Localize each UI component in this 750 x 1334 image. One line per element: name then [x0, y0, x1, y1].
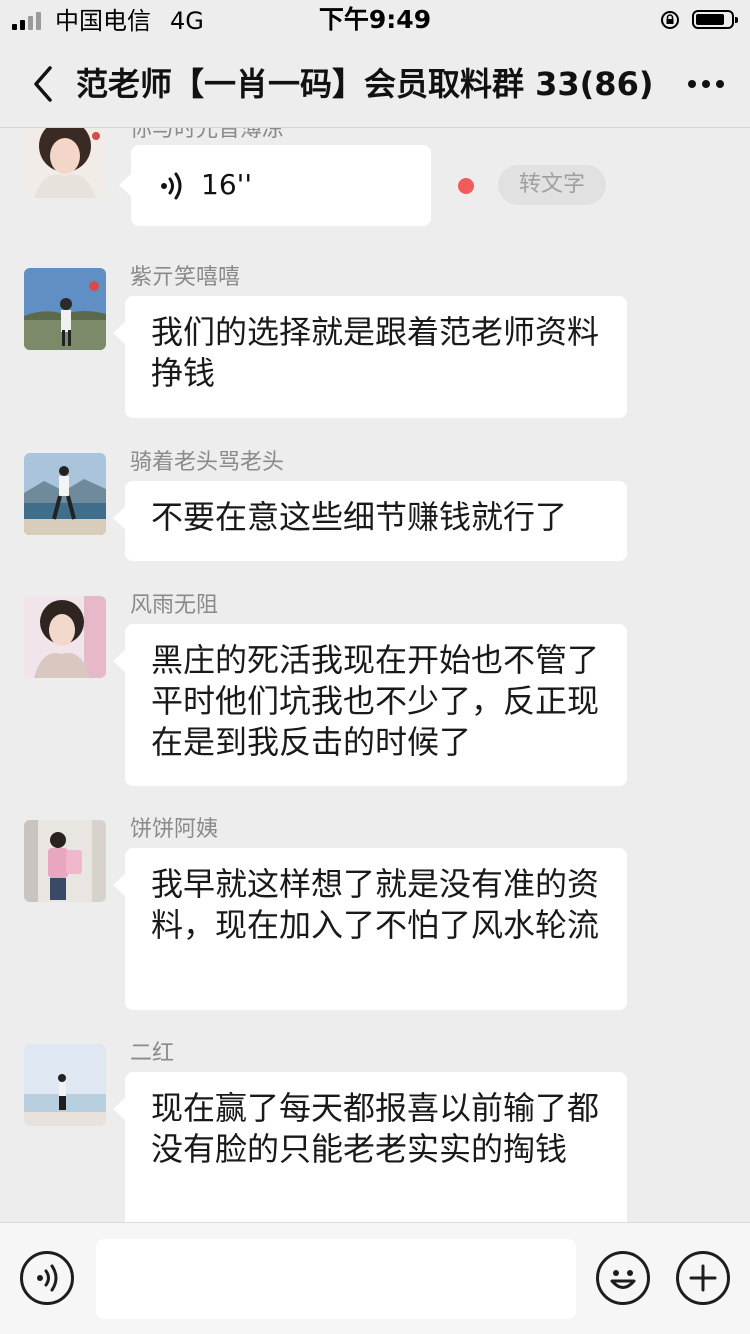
sender-name: 骑着老头骂老头 [130, 450, 285, 475]
status-time: 下午9:49 [318, 5, 432, 34]
sender-name: 紫亓笑嘻嘻 [130, 265, 241, 290]
plus-icon[interactable] [676, 1251, 730, 1305]
message-item: 饼饼阿姨 我早就这样想了就是没有准的资料，现在加入了不怕了风水轮流 [0, 817, 750, 1020]
battery-icon [692, 10, 738, 29]
chevron-left-icon[interactable] [28, 62, 60, 106]
message-bubble[interactable]: 我们的选择就是跟着范老师资料挣钱 [113, 296, 627, 418]
sender-name: 二红 [130, 1041, 175, 1066]
message-item: 二红 现在赢了每天都报喜以前输了都没有脸的只能老老实实的掏钱 [0, 1041, 750, 1222]
avatar[interactable] [24, 128, 106, 198]
avatar[interactable] [24, 820, 106, 902]
sender-name: 你与时光皆薄凉 [130, 128, 285, 142]
message-bubble[interactable]: 我早就这样想了就是没有准的资料，现在加入了不怕了风水轮流 [113, 848, 627, 1010]
unread-dot [458, 178, 474, 194]
convert-to-text-button[interactable]: 转文字 [498, 165, 606, 205]
chat-title: 范老师【一肖一码】会员取料群 33(86) [76, 65, 654, 103]
voice-playback-icon [161, 172, 182, 200]
message-item: 你与时光皆薄凉 16'' 转文字 [0, 128, 750, 248]
message-bubble[interactable]: 不要在意这些细节赚钱就行了 [113, 481, 627, 561]
emoji-icon[interactable] [596, 1251, 650, 1305]
voice-duration: 16'' [201, 168, 253, 201]
avatar[interactable] [24, 1044, 106, 1126]
message-bubble[interactable]: 黑庄的死活我现在开始也不管了平时他们坑我也不少了，反正现在是到我反击的时候了 [113, 624, 627, 786]
ellipsis-icon[interactable] [686, 70, 726, 98]
message-item: 紫亓笑嘻嘻 我们的选择就是跟着范老师资料挣钱 [0, 265, 750, 428]
avatar[interactable] [24, 453, 106, 535]
status-bar: 中国电信 4G 下午9:49 [0, 0, 750, 40]
message-bubble[interactable]: 现在赢了每天都报喜以前输了都没有脸的只能老老实实的掏钱 [113, 1072, 627, 1222]
rotation-lock-icon [661, 11, 679, 29]
sender-name: 饼饼阿姨 [130, 817, 219, 842]
message-input[interactable] [96, 1239, 576, 1319]
message-item: 骑着老头骂老头 不要在意这些细节赚钱就行了 [0, 450, 750, 573]
avatar[interactable] [24, 596, 106, 678]
message-item: 风雨无阻 黑庄的死活我现在开始也不管了平时他们坑我也不少了，反正现在是到我反击的… [0, 593, 750, 796]
message-list[interactable]: 你与时光皆薄凉 16'' 转文字 紫亓笑嘻嘻 我们的选择就是跟着范老师资料挣钱 … [0, 128, 750, 1222]
voice-input-icon[interactable] [20, 1251, 74, 1305]
chat-header: 范老师【一肖一码】会员取料群 33(86) [0, 40, 750, 128]
input-bar [0, 1222, 750, 1334]
voice-message-bubble[interactable]: 16'' [119, 145, 431, 226]
avatar[interactable] [24, 268, 106, 350]
sender-name: 风雨无阻 [130, 593, 219, 618]
